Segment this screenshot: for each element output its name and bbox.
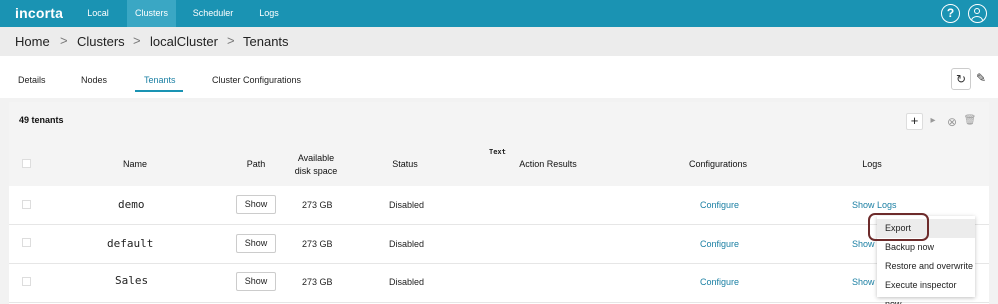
show-path-button[interactable]: Show bbox=[236, 195, 276, 214]
active-tab-indicator bbox=[135, 90, 183, 92]
configure-link[interactable]: Configure bbox=[700, 200, 739, 210]
top-navigation-bar: incorta Local Clusters Scheduler Logs ? bbox=[0, 0, 998, 27]
delete-icon[interactable]: 🗑 bbox=[963, 115, 977, 126]
nav-scheduler[interactable]: Scheduler bbox=[186, 0, 240, 27]
breadcrumb-separator: > bbox=[60, 33, 68, 48]
tenant-status: Disabled bbox=[389, 200, 425, 210]
tenant-name: Sales bbox=[115, 274, 149, 287]
table-row bbox=[9, 186, 989, 225]
tab-cluster-configurations[interactable]: Cluster Configurations bbox=[212, 75, 301, 85]
tenant-count: 49 tenants bbox=[19, 115, 64, 125]
breadcrumb-clusters[interactable]: Clusters bbox=[77, 34, 125, 49]
disk-space: 273 GB bbox=[302, 200, 333, 210]
breadcrumb: Home > Clusters > localCluster > Tenants bbox=[0, 27, 998, 56]
tenant-status: Disabled bbox=[389, 239, 425, 249]
stop-icon[interactable]: ⊗ bbox=[945, 115, 959, 129]
nav-clusters[interactable]: Clusters bbox=[127, 0, 176, 27]
configure-link[interactable]: Configure bbox=[700, 239, 739, 249]
refresh-icon[interactable]: ↻ bbox=[951, 68, 971, 90]
start-icon[interactable]: ▸ bbox=[926, 115, 940, 126]
tab-nodes[interactable]: Nodes bbox=[81, 75, 107, 85]
nav-local[interactable]: Local bbox=[78, 0, 118, 27]
avatar-shoulders bbox=[971, 16, 983, 22]
row-checkbox[interactable] bbox=[22, 200, 31, 209]
disk-space: 273 GB bbox=[302, 239, 333, 249]
header-configurations: Configurations bbox=[688, 159, 748, 169]
header-disk-line1: Available bbox=[297, 153, 335, 163]
header-path: Path bbox=[246, 159, 266, 169]
header-logs: Logs bbox=[862, 159, 882, 169]
nav-logs[interactable]: Logs bbox=[253, 0, 285, 27]
show-path-button[interactable]: Show bbox=[236, 234, 276, 253]
breadcrumb-separator: > bbox=[133, 33, 141, 48]
breadcrumb-tenants: Tenants bbox=[243, 34, 289, 49]
header-status: Status bbox=[392, 159, 418, 169]
export-highlight bbox=[868, 213, 929, 241]
tenant-name: demo bbox=[118, 198, 145, 211]
menu-execute-inspector-now[interactable]: Execute inspector now bbox=[877, 276, 975, 304]
edit-icon[interactable]: ✎ bbox=[971, 68, 991, 90]
tab-tenants[interactable]: Tenants bbox=[144, 75, 176, 85]
breadcrumb-separator: > bbox=[227, 33, 235, 48]
disk-space: 273 GB bbox=[302, 277, 333, 287]
menu-restore-and-overwrite[interactable]: Restore and overwrite bbox=[877, 257, 975, 276]
select-all-checkbox[interactable] bbox=[22, 159, 31, 168]
show-path-button[interactable]: Show bbox=[236, 272, 276, 291]
show-logs-link[interactable]: Show Logs bbox=[852, 200, 897, 210]
help-icon[interactable]: ? bbox=[941, 4, 960, 23]
table-row bbox=[9, 264, 989, 303]
header-disk-line2: disk space bbox=[294, 166, 338, 176]
incorta-logo: incorta bbox=[15, 5, 64, 21]
breadcrumb-home[interactable]: Home bbox=[15, 34, 50, 49]
avatar-head bbox=[974, 8, 980, 14]
row-checkbox[interactable] bbox=[22, 277, 31, 286]
header-action-results: Action Results bbox=[519, 159, 577, 169]
add-tenant-icon[interactable]: + bbox=[906, 113, 923, 130]
row-checkbox[interactable] bbox=[22, 238, 31, 247]
configure-link[interactable]: Configure bbox=[700, 277, 739, 287]
text-tag: Text bbox=[489, 148, 506, 156]
tenant-name: default bbox=[107, 237, 154, 250]
panel-header bbox=[9, 102, 989, 138]
tab-details[interactable]: Details bbox=[18, 75, 46, 85]
table-row bbox=[9, 225, 989, 264]
user-avatar-icon[interactable] bbox=[968, 4, 987, 23]
breadcrumb-cluster[interactable]: localCluster bbox=[150, 34, 218, 49]
header-name: Name bbox=[122, 159, 147, 169]
tenant-status: Disabled bbox=[389, 277, 425, 287]
